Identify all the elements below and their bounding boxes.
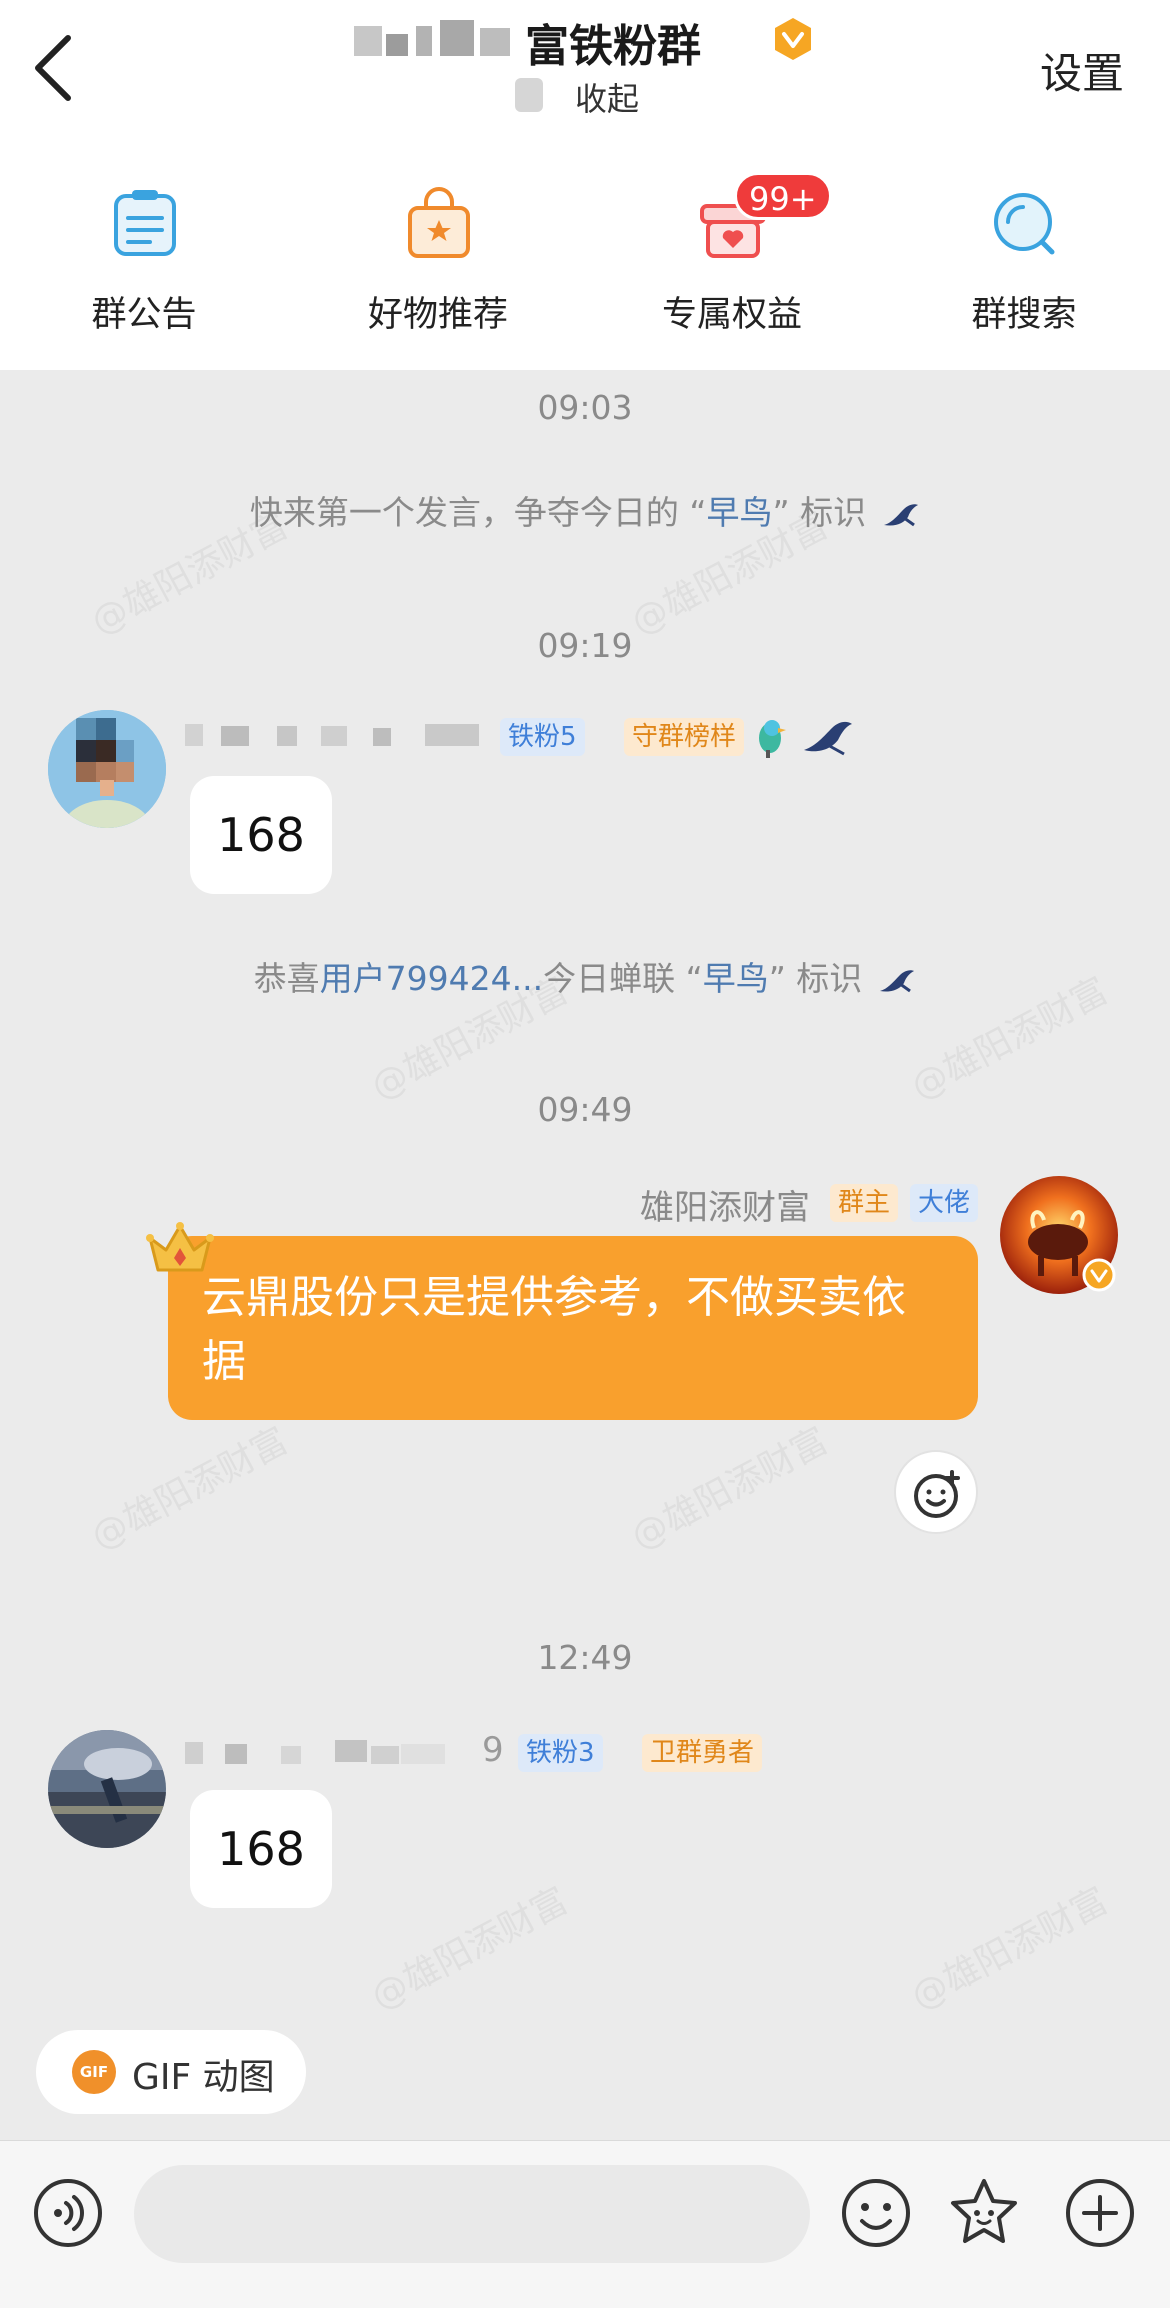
sender-name-tail: 9 <box>482 1730 504 1770</box>
emoji-button[interactable] <box>840 2177 912 2249</box>
group-title: 富铁粉群 <box>525 21 701 72</box>
add-reaction-button[interactable] <box>894 1450 978 1534</box>
watermark: @雄阳添财富 <box>904 1880 1115 2018</box>
plus-icon <box>1066 2179 1134 2247</box>
unread-badge: 99+ <box>734 172 832 220</box>
fan-level-tag: 铁粉3 <box>518 1734 603 1772</box>
quick-action-benefits[interactable]: 99+ 专属权益 <box>612 172 852 348</box>
collapse-label: 收起 <box>575 80 640 118</box>
sender-name: 雄阳添财富 <box>640 1188 810 1228</box>
message-text: 云鼎股份只是提供参考，不做买卖依据 <box>202 1272 906 1387</box>
chat-header: 富铁粉群 收起 设置 群公告 好物推荐 99+ 专属权益 群搜索 <box>0 0 1170 370</box>
composer-bar <box>0 2140 1170 2308</box>
bird-icon <box>880 497 920 533</box>
system-notice: 快来第一个发言，争夺今日的 “早鸟” 标识 <box>0 486 1170 534</box>
avatar[interactable] <box>48 1730 166 1848</box>
quick-action-recommend[interactable]: 好物推荐 <box>318 178 558 348</box>
watermark: @雄阳添财富 <box>84 1420 295 1558</box>
quick-action-label: 群搜索 <box>971 295 1077 335</box>
search-icon <box>990 186 1060 262</box>
shopping-bag-icon <box>404 186 474 262</box>
avatar[interactable] <box>48 710 166 828</box>
message-bubble[interactable]: 168 <box>190 776 332 894</box>
vip-tag: 大佬 <box>910 1184 979 1222</box>
quick-action-label: 群公告 <box>91 295 197 335</box>
message-bubble-own[interactable]: 云鼎股份只是提供参考，不做买卖依据 <box>168 1236 978 1420</box>
fan-level-tag: 铁粉5 <box>500 718 585 756</box>
owner-tag: 群主 <box>830 1184 899 1222</box>
sender-name-mosaic <box>185 720 485 750</box>
subtitle-mosaic <box>515 78 543 112</box>
sticker-button[interactable] <box>948 2177 1020 2249</box>
crown-icon <box>144 1220 216 1278</box>
star-face-icon <box>951 2179 1017 2243</box>
back-button[interactable] <box>22 28 92 108</box>
settings-button[interactable]: 设置 <box>1040 40 1124 101</box>
timestamp: 12:49 <box>537 1638 633 1677</box>
system-notice: 恭喜用户799424...今日蝉联 “早鸟” 标识 <box>0 952 1170 1000</box>
watermark: @雄阳添财富 <box>364 1880 575 2018</box>
collapse-toggle[interactable]: 收起 <box>515 72 675 118</box>
title-mosaic <box>330 18 520 64</box>
gif-icon: GIF <box>72 2050 116 2094</box>
voice-button[interactable] <box>32 2177 104 2249</box>
quick-action-search[interactable]: 群搜索 <box>904 178 1144 348</box>
announcement-icon <box>110 186 180 262</box>
more-button[interactable] <box>1064 2177 1136 2249</box>
message-input[interactable] <box>134 2165 810 2263</box>
sender-name-mosaic <box>185 1738 485 1768</box>
smiley-icon <box>842 2179 910 2247</box>
bird-badge-icon <box>800 716 856 758</box>
verified-badge-icon <box>1082 1258 1116 1292</box>
chevron-left-icon <box>35 35 71 101</box>
verified-badge-icon <box>770 16 816 62</box>
gif-button[interactable]: GIF GIF 动图 <box>36 2030 306 2114</box>
timestamp: 09:19 <box>537 626 633 665</box>
group-title-area[interactable]: 富铁粉群 <box>330 6 850 76</box>
gif-label: GIF 动图 <box>132 2057 275 2098</box>
quick-action-label: 专属权益 <box>661 295 802 335</box>
watermark: @雄阳添财富 <box>624 1420 835 1558</box>
emoji-add-icon <box>914 1470 960 1518</box>
user-link[interactable]: 用户799424... <box>320 959 543 998</box>
voice-icon <box>34 2179 102 2247</box>
rank-tag: 卫群勇者 <box>642 1734 763 1772</box>
parrot-badge-icon <box>752 716 790 758</box>
quick-action-label: 好物推荐 <box>367 295 508 335</box>
timestamp: 09:49 <box>537 1090 633 1129</box>
timestamp: 09:03 <box>537 388 633 427</box>
message-bubble[interactable]: 168 <box>190 1790 332 1908</box>
bird-icon <box>876 963 916 999</box>
quick-action-announcement[interactable]: 群公告 <box>24 178 264 348</box>
rank-tag: 守群榜样 <box>624 718 745 756</box>
